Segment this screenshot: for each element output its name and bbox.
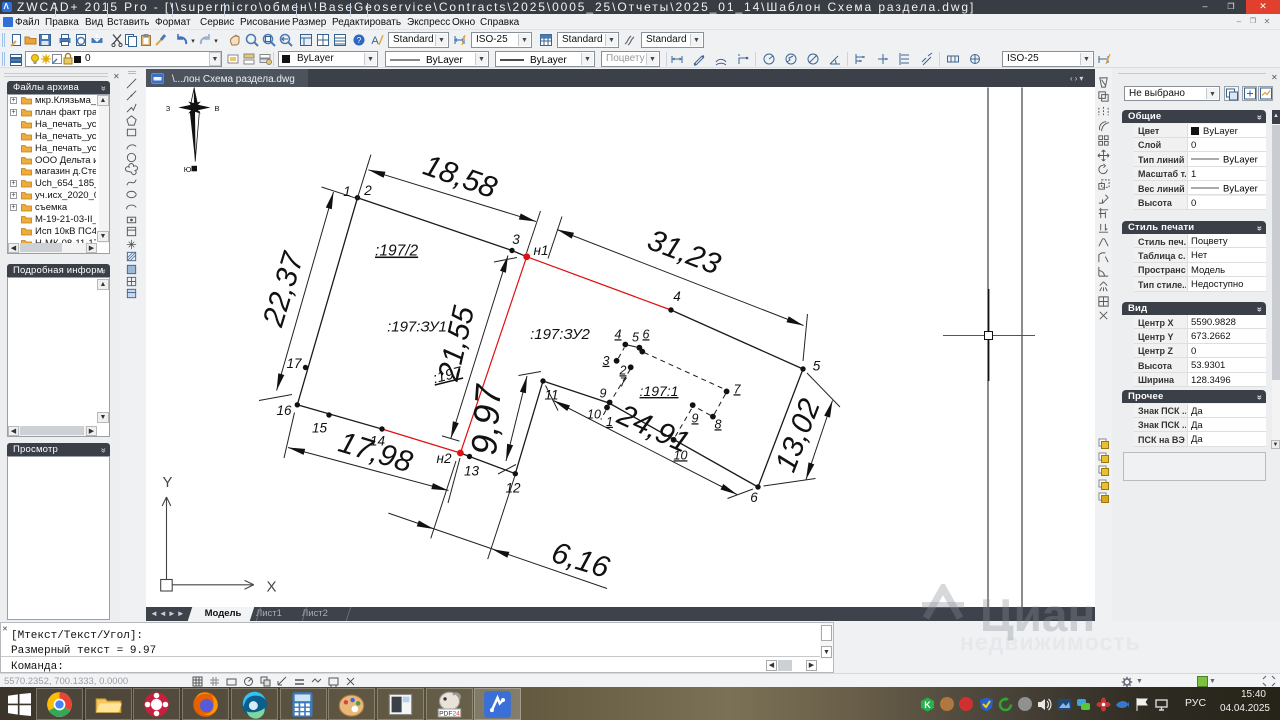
- svg-text:9: 9: [692, 411, 699, 425]
- svg-text:ByLayer: ByLayer: [1223, 155, 1258, 166]
- svg-text:Y: Y: [162, 474, 172, 491]
- svg-text:16: 16: [276, 403, 292, 418]
- svg-text:Ю: Ю: [184, 165, 192, 174]
- svg-text:ByLayer: ByLayer: [1223, 184, 1258, 195]
- svg-text:З: З: [166, 104, 171, 113]
- svg-text:В: В: [214, 104, 219, 113]
- svg-text:31,23: 31,23: [643, 224, 725, 282]
- svg-text:9: 9: [600, 386, 607, 400]
- svg-text:1: 1: [606, 415, 613, 429]
- svg-text:н1: н1: [534, 243, 549, 258]
- svg-text:22,37: 22,37: [256, 248, 310, 332]
- svg-text:6: 6: [750, 490, 758, 505]
- svg-text:5: 5: [813, 358, 821, 373]
- svg-text::197/2: :197/2: [375, 243, 418, 260]
- svg-text:13: 13: [464, 463, 480, 478]
- svg-text:2: 2: [363, 183, 372, 198]
- svg-text:11: 11: [544, 387, 558, 402]
- svg-text:18,58: 18,58: [419, 149, 501, 205]
- svg-text:8: 8: [715, 417, 722, 431]
- svg-text:ByLayer: ByLayer: [530, 55, 567, 66]
- svg-text::197:ЗУ2: :197:ЗУ2: [530, 326, 590, 343]
- svg-text:17: 17: [286, 356, 302, 371]
- svg-text:4: 4: [673, 289, 681, 304]
- svg-text:PDF24: PDF24: [439, 711, 460, 718]
- svg-text:10: 10: [674, 448, 688, 462]
- svg-text:X: X: [266, 579, 276, 596]
- svg-text:ByLayer: ByLayer: [426, 55, 463, 66]
- svg-text:10: 10: [587, 407, 601, 421]
- svg-text:4: 4: [615, 327, 622, 341]
- svg-text:?: ?: [357, 36, 362, 45]
- svg-text::197:ЗУ1: :197:ЗУ1: [387, 318, 447, 335]
- svg-text:15: 15: [312, 420, 328, 435]
- svg-text:3: 3: [512, 232, 520, 247]
- svg-text:K: K: [924, 700, 931, 710]
- svg-text:14: 14: [370, 433, 385, 448]
- svg-text:1: 1: [343, 184, 351, 199]
- svg-text:3: 3: [603, 354, 610, 368]
- svg-text:12: 12: [505, 480, 521, 495]
- svg-text:6,16: 6,16: [548, 536, 614, 585]
- svg-text::197:1: :197:1: [640, 383, 679, 399]
- svg-text:9,97: 9,97: [463, 382, 509, 457]
- svg-text:6: 6: [643, 327, 650, 341]
- svg-text:7: 7: [620, 375, 628, 389]
- svg-text:7: 7: [734, 382, 742, 396]
- svg-text:н2: н2: [437, 451, 452, 466]
- svg-text:5: 5: [632, 330, 639, 344]
- svg-text:A: A: [371, 35, 379, 47]
